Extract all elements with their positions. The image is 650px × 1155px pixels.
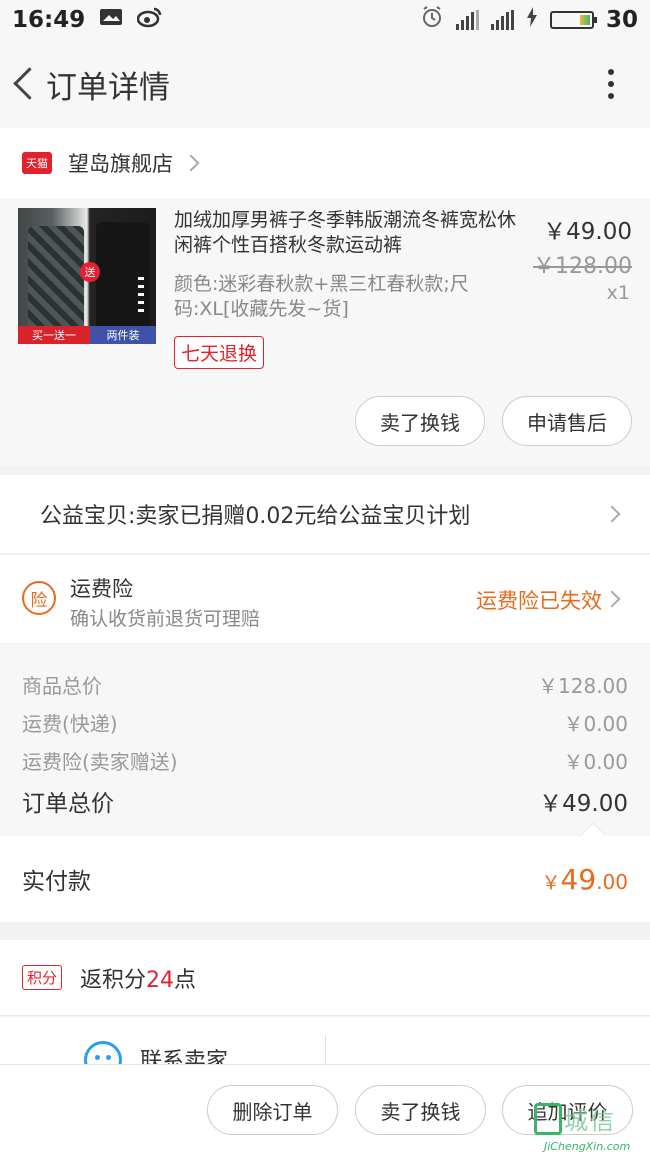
image-badge-right: 两件装 <box>90 326 156 344</box>
charging-icon <box>526 7 538 33</box>
bottom-action-bar: 删除订单 卖了换钱 追加评价 城信 JiChengXin.com <box>0 1064 650 1155</box>
return-policy-tag: 七天退换 <box>174 336 265 369</box>
points-text: 返积分24点 <box>80 967 197 993</box>
shop-row[interactable]: 天猫 望岛旗舰店 <box>0 128 650 198</box>
charity-text: 公益宝贝:卖家已捐赠0.02元给公益宝贝计划 <box>40 504 471 529</box>
goods-total-row: 商品总价 ￥128.00 <box>22 670 628 699</box>
page-title: 订单详情 <box>46 69 170 106</box>
actual-payment-amount: ￥49.00 <box>541 862 628 896</box>
product-original-price: ￥128.00 <box>533 254 632 279</box>
product-price: ￥49.00 <box>543 219 632 245</box>
insurance-status: 运费险已失效 <box>476 589 602 613</box>
status-bar: 16:49 30 <box>0 0 650 40</box>
shipping-row: 运费(快递) ￥0.00 <box>22 708 628 737</box>
order-total-label: 订单总价 <box>22 791 114 817</box>
shipping-value: ￥0.00 <box>563 712 628 736</box>
shop-name: 望岛旗舰店 <box>68 152 173 176</box>
order-total-row: 订单总价 ￥49.00 <box>22 784 628 818</box>
signal-icon-2 <box>490 10 514 30</box>
gift-badge: 送 <box>80 262 100 282</box>
sell-for-cash-button[interactable]: 卖了换钱 <box>355 396 485 446</box>
insurance-fee-row: 运费险(卖家赠送) ￥0.00 <box>22 746 628 775</box>
product-quantity: x1 <box>606 282 630 304</box>
actual-payment-label: 实付款 <box>22 869 91 895</box>
goods-total-label: 商品总价 <box>22 674 102 698</box>
insurance-title: 运费险 <box>70 577 133 601</box>
chevron-right-icon <box>182 154 200 172</box>
chevron-right-icon <box>603 505 621 523</box>
insurance-fee-value: ￥0.00 <box>563 750 628 774</box>
goods-total-value: ￥128.00 <box>538 674 628 698</box>
after-sale-button[interactable]: 申请售后 <box>502 396 632 446</box>
nav-bar: 订单详情 <box>0 40 650 128</box>
points-row: 积分 返积分24点 <box>0 940 650 1016</box>
charity-row[interactable]: 公益宝贝:卖家已捐赠0.02元给公益宝贝计划 <box>0 475 650 553</box>
product-title: 加绒加厚男裤子冬季韩版潮流冬裤宽松休闲裤个性百搭秋冬款运动裤 <box>174 209 517 256</box>
weibo-icon <box>136 6 163 34</box>
watermark-logo: 城信 JiChengXin.com <box>526 1101 646 1153</box>
price-breakdown: 商品总价 ￥128.00 运费(快递) ￥0.00 运费险(卖家赠送) ￥0.0… <box>0 644 650 836</box>
signal-icon <box>455 10 479 30</box>
image-badge-left: 买一送一 <box>18 326 90 344</box>
sell-for-cash-button-bottom[interactable]: 卖了换钱 <box>355 1085 486 1135</box>
insurance-fee-label: 运费险(卖家赠送) <box>22 750 178 774</box>
product-item[interactable]: 送 买一送一 两件装 加绒加厚男裤子冬季韩版潮流冬裤宽松休闲裤个性百搭秋冬款运动… <box>0 198 650 465</box>
tmall-logo-icon: 天猫 <box>22 152 52 174</box>
alarm-icon <box>420 5 444 35</box>
more-menu-icon[interactable] <box>608 69 614 99</box>
insurance-subtitle: 确认收货前退货可理赔 <box>70 608 261 630</box>
battery-level: 30 <box>605 7 638 33</box>
shipping-label: 运费(快递) <box>22 712 118 736</box>
message-icon <box>99 7 123 33</box>
actual-payment-row: 实付款 ￥49.00 <box>0 822 650 922</box>
back-arrow-icon[interactable] <box>6 40 46 128</box>
delete-order-button[interactable]: 删除订单 <box>207 1085 338 1135</box>
chevron-right-icon <box>603 590 621 608</box>
points-tag: 积分 <box>22 965 63 990</box>
product-image[interactable]: 送 买一送一 两件装 <box>18 208 156 344</box>
status-time: 16:49 <box>12 7 86 33</box>
battery-icon <box>549 11 597 29</box>
product-spec: 颜色:迷彩春秋款+黑三杠春秋款;尺码:XL[收藏先发~货] <box>174 273 469 320</box>
insurance-icon: 险 <box>22 581 56 615</box>
order-total-value: ￥49.00 <box>539 791 628 817</box>
shipping-insurance-row[interactable]: 险 运费险 确认收货前退货可理赔 运费险已失效 <box>0 555 650 643</box>
